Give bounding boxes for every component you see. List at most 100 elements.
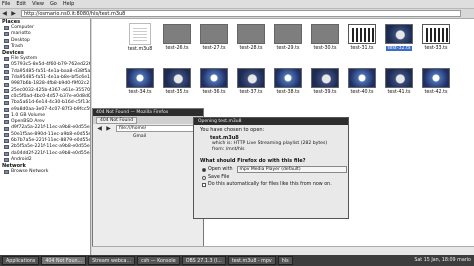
open-with-radio[interactable] [202,167,206,172]
tab-404[interactable]: 404 Not Found [96,116,138,124]
video-thumbnail [348,24,376,44]
forward-icon[interactable]: ▶ [104,125,113,133]
desktop-icon [4,38,9,43]
file-item[interactable]: test-41.ts [381,68,417,95]
tab-strip: 404 Not Found [93,116,203,124]
file-item[interactable]: test-39.ts [307,68,343,95]
video-thumbnail [274,68,302,88]
drive-icon [4,158,9,163]
dialog-intro: You have chosen to open: [200,127,265,133]
drive-icon [4,88,9,93]
video-thumbnail [385,24,413,44]
video-thumbnail [200,68,228,88]
firefox-window: 404 Not Found — Mozilla Firefox 404 Not … [92,108,204,255]
computer-icon [4,26,9,31]
file-item[interactable]: test-31.ts [344,24,380,51]
navigation-bar: ◀ ▶ file:///home/ [93,124,203,133]
network-icon [4,170,9,175]
file-item[interactable]: test-38.ts [270,68,306,95]
save-file-option[interactable]: Save File [202,175,348,180]
drive-icon [4,151,9,156]
video-thumbnail [311,68,339,88]
drive-icon [4,101,9,106]
video-thumbnail [385,68,413,88]
video-thumbnail [126,68,154,88]
drive-icon [4,114,9,118]
home-icon [4,32,9,37]
drive-icon [4,120,9,125]
bookmark-gmail[interactable]: Gmail [93,133,203,140]
status-bar [92,246,474,255]
dialog-title: Opening test.m3u8 [194,118,348,125]
sidebar-item-browse-network[interactable]: Browse Network [0,169,90,175]
menu-edit[interactable]: Edit [16,1,26,7]
drive-icon [4,69,9,74]
address-input[interactable]: file:///home/ [116,125,200,132]
drive-icon [4,126,9,131]
open-file-dialog: Opening test.m3u8 You have chosen to ope… [193,117,349,219]
video-thumbnail [237,68,265,88]
menu-file[interactable]: File [2,1,10,7]
video-thumbnail [163,24,191,44]
task-stream[interactable]: Stream webca... [88,256,136,265]
task-mpv[interactable]: test.m3u8 - mpv [227,256,276,265]
applications-menu[interactable]: Applications [2,256,40,265]
drive-icon [4,107,9,112]
open-with-option[interactable]: Open with mpv Media Player (default) [202,166,348,173]
menu-go[interactable]: Go [50,1,57,7]
open-with-select[interactable]: mpv Media Player (default) [236,166,347,173]
back-icon[interactable]: ◀ [0,10,9,18]
file-item[interactable]: test-42.ts [418,68,454,95]
menu-bar: File Edit View Go Help [0,0,474,9]
video-thumbnail [422,68,450,88]
save-file-radio[interactable] [202,175,206,180]
window-title: 404 Not Found — Mozilla Firefox [93,109,203,116]
file-item-selected[interactable]: test-32.ts [381,24,417,51]
menu-view[interactable]: View [32,1,44,7]
file-item[interactable]: test-33.ts [418,24,454,51]
file-item[interactable]: test-35.ts [159,68,195,95]
file-item[interactable]: test-30.ts [307,24,343,51]
location-bar: ◀ ▶ http://osmario.ns0.it:8080/hls/test.… [0,9,474,19]
drive-icon [4,132,9,137]
clock[interactable]: Sat 15 Jan, 18:09 [414,258,455,263]
auto-action-checkbox[interactable] [202,182,206,187]
drive-icon [4,95,9,100]
location-input[interactable]: http://osmario.ns0.it:8080/hls/test.m3u8 [21,10,461,17]
file-item[interactable]: test-40.ts [344,68,380,95]
taskbar: Applications 404 Not Foun... Stream webc… [0,255,474,266]
file-item[interactable]: test-27.ts [196,24,232,51]
desktop: File Edit View Go Help ◀ ▶ http://osmari… [0,0,474,266]
file-item[interactable]: test-37.ts [233,68,269,95]
auto-action-option[interactable]: Do this automatically for files like thi… [202,182,348,187]
drive-icon [4,82,9,87]
task-obs[interactable]: OBS 27.1.3 (l... [181,256,226,265]
task-firefox[interactable]: 404 Not Foun... [41,256,87,265]
dialog-question: What should Firefox do with this file? [200,158,306,164]
menu-help[interactable]: Help [63,1,74,7]
drive-icon [4,57,9,62]
task-konsole[interactable]: csh — Konsole [137,256,180,265]
file-item[interactable]: test-29.ts [270,24,306,51]
file-item[interactable]: test-28.ts [233,24,269,51]
file-item[interactable]: test-36.ts [196,68,232,95]
back-icon[interactable]: ◀ [95,125,104,133]
file-item[interactable]: test-34.ts [122,68,158,95]
video-thumbnail [348,68,376,88]
drive-icon [4,145,9,150]
drive-icon [4,139,9,144]
sidebar: Places Computer mariotto Desktop Trash D… [0,19,91,255]
file-item[interactable]: test.m3u8 [122,23,158,52]
username[interactable]: mario [457,258,471,263]
video-thumbnail [200,24,228,44]
drive-icon [4,76,9,81]
system-tray: Sat 15 Jan, 18:09 mario [414,258,474,263]
playlist-file-icon [129,23,151,45]
forward-icon[interactable]: ▶ [9,10,18,18]
drive-icon [4,63,9,68]
task-file-manager[interactable]: hls [277,256,293,265]
video-thumbnail [163,68,191,88]
file-item[interactable]: test-26.ts [159,24,195,51]
video-thumbnail [422,24,450,44]
dialog-source: from: /mnt/hls [212,147,245,152]
